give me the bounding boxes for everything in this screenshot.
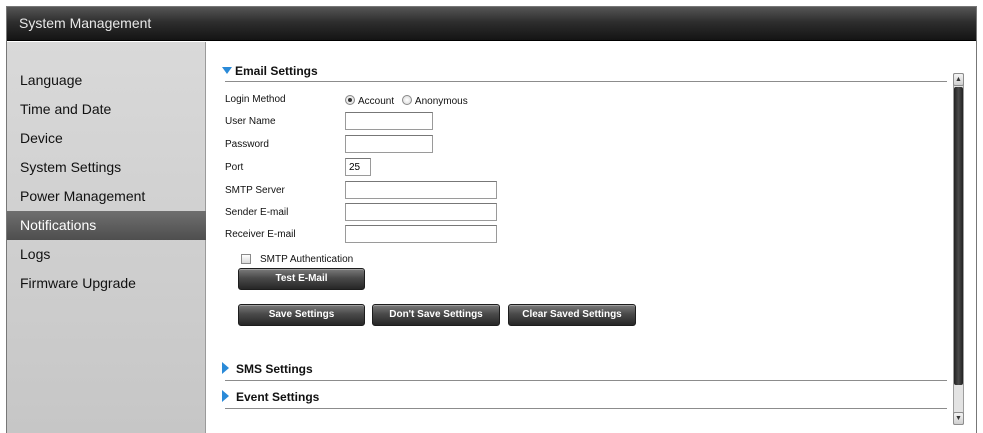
anonymous-radio-label: Anonymous <box>414 96 468 107</box>
sms-settings-header[interactable]: SMS Settings <box>222 362 313 376</box>
event-settings-title: Event Settings <box>236 390 320 404</box>
scrollbar-thumb[interactable] <box>954 87 963 385</box>
chevron-down-icon[interactable]: ▼ <box>953 412 964 425</box>
triangle-right-icon <box>222 390 229 402</box>
account-radio[interactable] <box>345 95 355 105</box>
clear-saved-settings-button[interactable]: Clear Saved Settings <box>508 304 636 326</box>
password-field[interactable] <box>345 135 433 153</box>
user-name-label: User Name <box>225 116 276 127</box>
sender-email-field[interactable] <box>345 203 497 221</box>
event-settings-header[interactable]: Event Settings <box>222 390 319 404</box>
sidebar-item-power-management[interactable]: Power Management <box>7 182 206 211</box>
login-method-radio-group: Account Anonymous <box>345 95 468 107</box>
sidebar-item-logs[interactable]: Logs <box>7 240 206 269</box>
smtp-server-field[interactable] <box>345 181 497 199</box>
save-settings-button[interactable]: Save Settings <box>238 304 365 326</box>
test-email-button[interactable]: Test E-Mail <box>238 268 365 290</box>
account-radio-label: Account <box>358 96 395 107</box>
window-title: System Management <box>19 15 152 31</box>
port-label: Port <box>225 162 244 173</box>
chevron-up-icon[interactable]: ▲ <box>953 73 964 86</box>
title-bar: System Management <box>7 7 976 41</box>
sidebar-item-firmware-upgrade[interactable]: Firmware Upgrade <box>7 269 206 298</box>
sidebar-item-device[interactable]: Device <box>7 124 206 153</box>
email-settings-divider <box>225 81 947 82</box>
sender-email-label: Sender E-mail <box>225 207 289 218</box>
sidebar-item-time-and-date[interactable]: Time and Date <box>7 95 206 124</box>
smtp-server-label: SMTP Server <box>225 185 285 196</box>
receiver-email-field[interactable] <box>345 225 497 243</box>
sms-settings-title: SMS Settings <box>236 362 313 376</box>
user-name-field[interactable] <box>345 112 433 130</box>
triangle-right-icon <box>222 362 229 374</box>
dont-save-settings-button[interactable]: Don't Save Settings <box>372 304 500 326</box>
sidebar-item-system-settings[interactable]: System Settings <box>7 153 206 182</box>
email-settings-title: Email Settings <box>235 64 318 78</box>
smtp-authentication-checkbox[interactable] <box>241 254 251 264</box>
system-management-window: System Management Language Time and Date… <box>6 6 977 433</box>
smtp-authentication-label: SMTP Authentication <box>260 254 354 265</box>
sms-settings-divider <box>225 380 947 381</box>
email-settings-header[interactable]: Email Settings <box>222 64 318 78</box>
password-label: Password <box>225 139 269 150</box>
sidebar-item-language[interactable]: Language <box>7 66 206 95</box>
triangle-down-icon <box>222 67 232 74</box>
receiver-email-label: Receiver E-mail <box>225 229 296 240</box>
main-content: Email Settings Login Method Account Anon… <box>207 42 978 433</box>
sidebar: Language Time and Date Device System Set… <box>7 42 206 433</box>
port-field[interactable] <box>345 158 371 176</box>
event-settings-divider <box>225 408 947 409</box>
sidebar-item-notifications[interactable]: Notifications <box>7 211 206 240</box>
login-method-label: Login Method <box>225 94 286 105</box>
anonymous-radio[interactable] <box>401 95 412 105</box>
